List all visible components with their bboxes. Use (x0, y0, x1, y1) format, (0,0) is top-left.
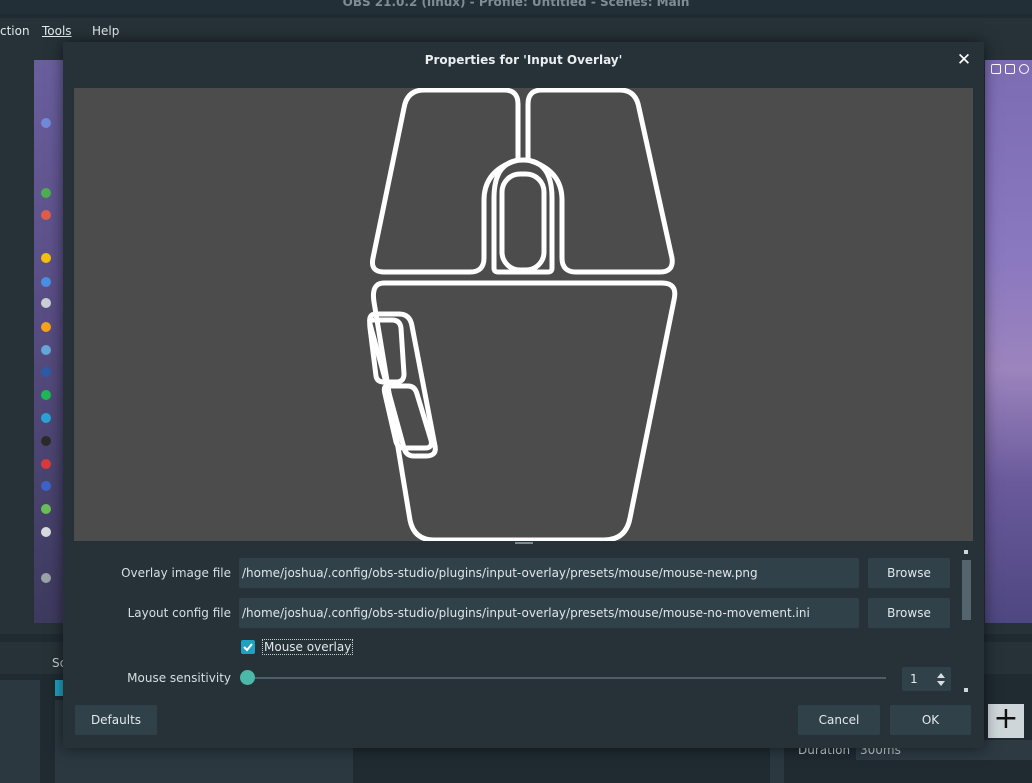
app-icon (41, 345, 51, 355)
app-icon (41, 210, 51, 220)
overlay-image-label: Overlay image file (121, 566, 231, 580)
vscode-icon (41, 481, 51, 491)
captured-desktop-left (34, 60, 64, 623)
scroll-down-icon[interactable] (964, 688, 968, 692)
volume-icon (1005, 64, 1015, 74)
app-icon (41, 573, 51, 583)
mouse-overlay-checkbox[interactable] (241, 640, 255, 654)
mouse-sensitivity-label: Mouse sensitivity (127, 671, 231, 685)
app-icon (41, 277, 51, 287)
vivaldi-icon (41, 459, 51, 469)
mouse-overlay-image (367, 87, 678, 543)
discord-icon (41, 118, 51, 128)
app-icon (41, 298, 51, 308)
overlay-image-field[interactable]: /home/joshua/.config/obs-studio/plugins/… (239, 558, 859, 588)
app-icon (41, 504, 51, 514)
spin-down-icon[interactable] (937, 681, 945, 686)
dock-panel (0, 680, 40, 783)
spotify-icon (41, 390, 51, 400)
power-icon (1019, 64, 1029, 74)
tray-icon (991, 64, 1001, 74)
mouse-body-shape (371, 280, 678, 543)
mouse-sensitivity-spinbox[interactable]: 1 (902, 667, 951, 691)
scrollbar-thumb[interactable] (962, 560, 971, 620)
spin-up-icon[interactable] (937, 673, 945, 678)
app-icon (41, 188, 51, 198)
slider-handle[interactable] (240, 670, 255, 685)
app-icon (41, 527, 51, 537)
layout-config-field[interactable]: /home/joshua/.config/obs-studio/plugins/… (239, 598, 859, 628)
app-icon (41, 367, 51, 377)
close-icon[interactable]: ✕ (954, 50, 974, 70)
terminal-icon (41, 436, 51, 446)
mouse-sensitivity-slider[interactable] (248, 677, 886, 679)
dialog-title: Properties for 'Input Overlay' (63, 42, 984, 78)
scroll-up-icon[interactable] (964, 550, 968, 554)
overlay-browse-button[interactable]: Browse (868, 558, 950, 588)
overlay-preview (74, 87, 973, 543)
menu-item-help[interactable]: Help (92, 24, 119, 38)
splitter-handle[interactable] (515, 542, 533, 544)
rss-icon (41, 322, 51, 332)
defaults-button[interactable]: Defaults (75, 705, 157, 735)
properties-dialog: Properties for 'Input Overlay' ✕ Overlay… (63, 42, 984, 748)
menu-item-tools[interactable]: Tools (42, 24, 72, 38)
add-transition-button[interactable]: + (988, 704, 1024, 738)
menubar: ction Tools Help (0, 18, 1032, 44)
chrome-icon (41, 253, 51, 263)
checkmark-icon (243, 643, 253, 652)
scroll-wheel-shape (499, 171, 547, 273)
ok-button[interactable]: OK (890, 705, 971, 735)
spinbox-value: 1 (910, 672, 918, 686)
menu-item-collection[interactable]: ction (0, 24, 30, 38)
layout-browse-button[interactable]: Browse (868, 598, 950, 628)
mouse-overlay-label[interactable]: Mouse overlay (262, 639, 354, 655)
layout-config-label: Layout config file (127, 606, 231, 620)
cancel-button[interactable]: Cancel (798, 705, 880, 735)
telegram-icon (41, 413, 51, 423)
window-title: OBS 21.0.2 (linux) - Profile: Untitled -… (0, 0, 1032, 14)
captured-desktop-right (985, 60, 1032, 623)
